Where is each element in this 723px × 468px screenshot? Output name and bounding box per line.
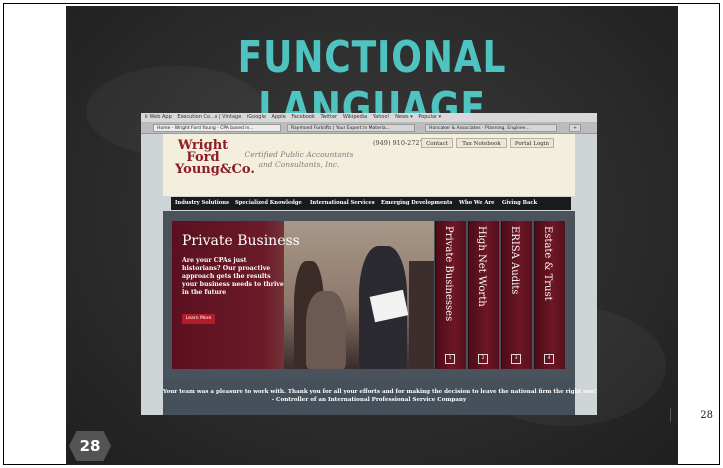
browser-tab[interactable]: Home - Wright Ford Young - CPA based in.…	[153, 124, 281, 132]
learn-more-button[interactable]: Learn More	[182, 314, 215, 324]
bookmark-item[interactable]: News ▾	[395, 114, 413, 120]
tagline-line-2: and Consultants, Inc.	[258, 160, 340, 169]
main-nav: Industry Solutions Specialized Knowledge…	[171, 197, 571, 210]
company-logo[interactable]: Wright Ford Young&Co.	[175, 139, 255, 177]
tagline: Certified Public Accountants and Consult…	[239, 150, 359, 170]
nav-item-industry-solutions[interactable]: Industry Solutions	[175, 197, 229, 210]
nav-item-giving-back[interactable]: Giving Back	[502, 197, 537, 210]
hero-photo	[284, 221, 434, 369]
portal-login-button[interactable]: Portal Login	[510, 138, 554, 148]
bookmark-item[interactable]: Twitter	[320, 114, 337, 120]
bookmark-item[interactable]: Execution Co...s | Vintage	[177, 114, 241, 120]
bookmarks-bar: k Web App Execution Co...s | Vintage iGo…	[141, 113, 597, 123]
bookmark-item[interactable]: Yahoo!	[373, 114, 390, 120]
page-number: 28	[700, 410, 713, 421]
testimonial-quote: Your team was a pleasure to work with. T…	[163, 379, 597, 415]
person-figure	[306, 291, 346, 369]
vtab-number: 3	[511, 354, 521, 364]
hero-text: Are your CPAs just historians? Our proac…	[182, 257, 284, 296]
nav-item-who-we-are[interactable]: Who We Are	[459, 197, 494, 210]
vtab-number: 4	[544, 354, 554, 364]
hero-banner: Private Business Are your CPAs just hist…	[172, 221, 434, 369]
bookmark-item[interactable]: Apple	[272, 114, 286, 120]
new-tab-button[interactable]: +	[569, 124, 581, 132]
main-content: Private Business Are your CPAs just hist…	[163, 211, 575, 379]
tab-high-net-worth[interactable]: High Net Worth 2	[468, 221, 499, 369]
contact-button[interactable]: Contact	[421, 138, 453, 148]
bookmark-item[interactable]: Wikipedia	[343, 114, 367, 120]
tax-notebook-button[interactable]: Tax Notebook	[456, 138, 507, 148]
vtab-label: ERISA Audits	[509, 226, 520, 295]
vtab-number: 2	[478, 354, 488, 364]
hero-heading: Private Business	[182, 233, 300, 249]
tab-private-businesses[interactable]: Private Businesses 1	[435, 221, 466, 369]
vtab-label: Private Businesses	[443, 226, 454, 322]
chalkboard-slide: FUNCTIONAL LANGUAGE k Web App Execution …	[66, 6, 678, 465]
person-figure	[409, 261, 434, 369]
bookmark-item[interactable]: Popular ▾	[418, 114, 441, 120]
nav-item-specialized-knowledge[interactable]: Specialized Knowledge	[235, 197, 302, 210]
vtab-label: Estate & Trust	[542, 226, 553, 301]
nav-item-emerging-developments[interactable]: Emerging Developments	[381, 197, 452, 210]
site-header: Wright Ford Young&Co. Certified Public A…	[163, 134, 575, 196]
slide-number-badge: 28	[69, 431, 111, 461]
quote-text: Your team was a pleasure to work with. T…	[163, 389, 597, 395]
tab-estate-trust[interactable]: Estate & Trust 4	[534, 221, 565, 369]
browser-tab[interactable]: Raymond Forklifts | Your Expert in Mater…	[287, 124, 415, 132]
bookmark-item[interactable]: iGoogle	[247, 114, 266, 120]
vtab-number: 1	[445, 354, 455, 364]
bookmark-item[interactable]: Facebook	[291, 114, 315, 120]
browser-tab-bar: Home - Wright Ford Young - CPA based in.…	[141, 123, 597, 134]
tab-erisa-audits[interactable]: ERISA Audits 3	[501, 221, 532, 369]
vtab-label: High Net Worth	[476, 226, 487, 307]
browser-tab[interactable]: Honcaker & Associates - Planning, Engine…	[425, 124, 557, 132]
quote-attribution: - Controller of an International Profess…	[271, 397, 467, 403]
nav-item-international-services[interactable]: International Services	[310, 197, 375, 210]
slide-number: 28	[79, 437, 101, 455]
bookmark-item[interactable]: k Web App	[145, 114, 172, 120]
tagline-line-1: Certified Public Accountants	[244, 150, 354, 159]
logo-line: Young&Co.	[175, 162, 255, 177]
phone-number: (949) 910-2727	[373, 139, 424, 147]
website-screenshot: k Web App Execution Co...s | Vintage iGo…	[141, 113, 597, 415]
corner-mark	[670, 408, 671, 422]
